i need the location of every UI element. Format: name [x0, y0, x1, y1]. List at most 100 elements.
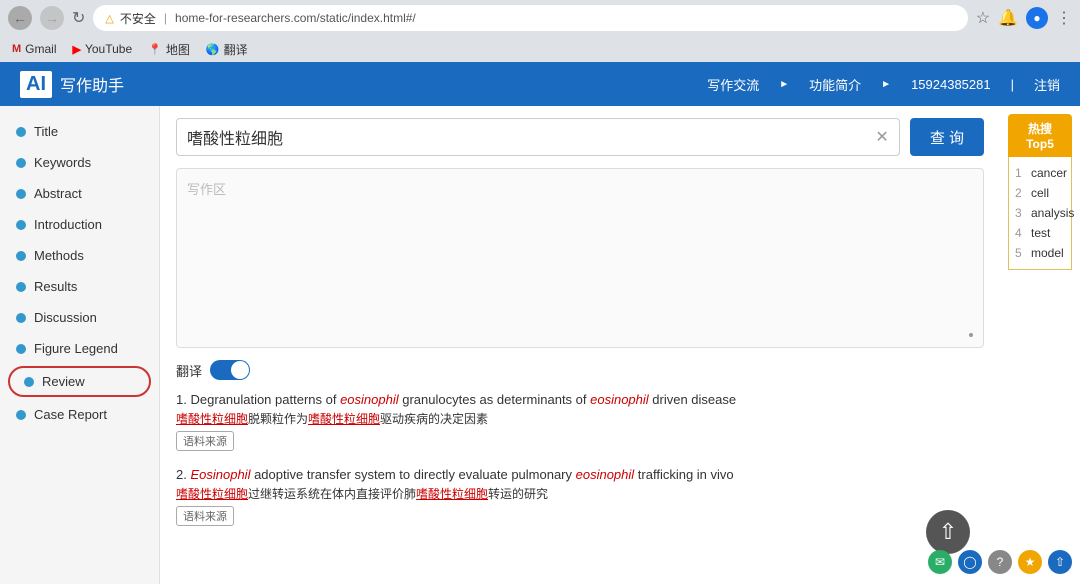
- translation-label: 翻译: [176, 361, 202, 380]
- writing-placeholder: 写作区: [187, 182, 226, 197]
- security-warning-text: 不安全: [120, 10, 156, 27]
- top5-rank-4: 4: [1015, 226, 1027, 240]
- sidebar-item-figure-legend[interactable]: Figure Legend: [0, 333, 159, 364]
- result-2-keyword1: Eosinophil: [190, 467, 250, 482]
- browser-bookmarks: M Gmail ▶ YouTube 📍 地图 🌎 翻译: [0, 36, 1080, 62]
- bookmark-translate[interactable]: 🌎 翻译: [206, 41, 248, 58]
- top5-item-1: 1 cancer: [1015, 163, 1065, 183]
- app-header: AI 写作助手 写作交流 ► 功能简介 ► 15924385281 | 注销: [0, 62, 1080, 106]
- profile-icon[interactable]: ●: [1026, 7, 1048, 29]
- address-bar[interactable]: △ 不安全 | home-for-researchers.com/static/…: [93, 5, 967, 31]
- top5-word-3[interactable]: analysis: [1031, 206, 1074, 220]
- nav-features[interactable]: 功能简介: [809, 75, 861, 94]
- result-item-2: 2. Eosinophil adoptive transfer system t…: [176, 467, 984, 526]
- sidebar-label-results: Results: [34, 279, 77, 294]
- sidebar-item-discussion[interactable]: Discussion: [0, 302, 159, 333]
- sidebar: Title Keywords Abstract Introduction Met…: [0, 106, 160, 584]
- scroll-up-button[interactable]: ⇧: [926, 510, 970, 554]
- sidebar-item-keywords[interactable]: Keywords: [0, 147, 159, 178]
- sidebar-dot-title: [16, 127, 26, 137]
- search-bar: 嗜酸性粒细胞 ✕ 查 询: [176, 118, 984, 156]
- nav-writing[interactable]: 写作交流: [707, 75, 759, 94]
- result-2-middle: adoptive transfer system to directly eva…: [250, 467, 575, 482]
- bookmark-youtube-label: YouTube: [85, 42, 132, 56]
- back-button[interactable]: ←: [8, 6, 32, 30]
- result-1-zh-suffix: 驱动疾病的决定因素: [380, 412, 488, 426]
- browser-chrome: ← → ↻ △ 不安全 | home-for-researchers.com/s…: [0, 0, 1080, 62]
- toggle-knob: [231, 361, 249, 379]
- search-clear-button[interactable]: ✕: [875, 127, 888, 147]
- bookmark-translate-label: 翻译: [224, 41, 248, 58]
- sidebar-dot-methods: [16, 251, 26, 261]
- result-1-number: 1.: [176, 392, 187, 407]
- header-logo: AI 写作助手: [20, 71, 124, 98]
- sidebar-dot-case-report: [16, 410, 26, 420]
- refresh-button[interactable]: ↻: [72, 8, 85, 28]
- top5-word-1[interactable]: cancer: [1031, 166, 1067, 180]
- sidebar-label-case-report: Case Report: [34, 407, 107, 422]
- star-icon[interactable]: ☆: [976, 8, 990, 28]
- nav-logout[interactable]: 注销: [1034, 75, 1060, 94]
- bookmark-gmail[interactable]: M Gmail: [12, 42, 57, 56]
- sidebar-label-figure-legend: Figure Legend: [34, 341, 118, 356]
- hot-top5-header: 热搜 Top5: [1008, 114, 1072, 157]
- sidebar-label-introduction: Introduction: [34, 217, 102, 232]
- top5-word-4[interactable]: test: [1031, 226, 1050, 240]
- nav-arrow-1: ►: [779, 79, 789, 90]
- sidebar-dot-discussion: [16, 313, 26, 323]
- result-1-zh-keyword2: 嗜酸性粒细胞: [308, 412, 380, 426]
- sidebar-item-title[interactable]: Title: [0, 116, 159, 147]
- result-2-keyword2: eosinophil: [576, 467, 635, 482]
- social-wechat-icon[interactable]: ✉: [928, 550, 952, 574]
- bookmark-maps[interactable]: 📍 地图: [148, 41, 190, 58]
- search-input-container[interactable]: 嗜酸性粒细胞 ✕: [176, 118, 900, 156]
- sidebar-item-abstract[interactable]: Abstract: [0, 178, 159, 209]
- writing-area[interactable]: 写作区: [176, 168, 984, 348]
- bookmark-youtube[interactable]: ▶ YouTube: [73, 42, 133, 56]
- result-1-zh-keyword1: 嗜酸性粒细胞: [176, 412, 248, 426]
- security-warning-icon: △: [105, 12, 113, 25]
- result-2-zh-keyword2: 嗜酸性粒细胞: [416, 487, 488, 501]
- sidebar-label-abstract: Abstract: [34, 186, 82, 201]
- result-2-suffix: trafficking in vivo: [634, 467, 733, 482]
- top5-item-2: 2 cell: [1015, 183, 1065, 203]
- sidebar-item-case-report[interactable]: Case Report: [0, 399, 159, 430]
- menu-icon[interactable]: ⋮: [1056, 8, 1072, 28]
- sidebar-item-introduction[interactable]: Introduction: [0, 209, 159, 240]
- result-1-keyword2: eosinophil: [590, 392, 649, 407]
- logo-text: 写作助手: [60, 72, 124, 96]
- header-phone: 15924385281: [911, 77, 991, 92]
- content-area: 嗜酸性粒细胞 ✕ 查 询 写作区 翻译 1. D: [160, 106, 1000, 584]
- sidebar-dot-introduction: [16, 220, 26, 230]
- sidebar-item-review[interactable]: Review: [8, 366, 151, 397]
- result-2-source-tag[interactable]: 语料来源: [176, 506, 234, 526]
- sidebar-label-title: Title: [34, 124, 58, 139]
- gmail-icon: M: [12, 43, 21, 55]
- sidebar-dot-review: [24, 377, 34, 387]
- result-1-title-en: 1. Degranulation patterns of eosinophil …: [176, 392, 984, 407]
- result-item-1: 1. Degranulation patterns of eosinophil …: [176, 392, 984, 451]
- sidebar-dot-abstract: [16, 189, 26, 199]
- result-2-title-zh: 嗜酸性粒细胞过继转运系统在体内直接评价肺嗜酸性粒细胞转运的研究: [176, 485, 984, 502]
- search-button[interactable]: 查 询: [910, 118, 984, 156]
- top5-word-5[interactable]: model: [1031, 246, 1064, 260]
- app-container: AI 写作助手 写作交流 ► 功能简介 ► 15924385281 | 注销 T…: [0, 62, 1080, 584]
- sidebar-item-results[interactable]: Results: [0, 271, 159, 302]
- translation-toggle[interactable]: [210, 360, 250, 380]
- top5-rank-5: 5: [1015, 246, 1027, 260]
- result-2-zh-middle: 过继转运系统在体内直接评价肺: [248, 487, 416, 501]
- result-1-source-tag[interactable]: 语料来源: [176, 431, 234, 451]
- sidebar-item-methods[interactable]: Methods: [0, 240, 159, 271]
- social-circle-icon[interactable]: ◯: [958, 550, 982, 574]
- social-question-icon[interactable]: ?: [988, 550, 1000, 574]
- top5-rank-3: 3: [1015, 206, 1027, 220]
- sidebar-label-discussion: Discussion: [34, 310, 97, 325]
- translate-icon: 🌎: [206, 43, 220, 56]
- bell-icon[interactable]: 🔔: [998, 8, 1018, 28]
- result-2-zh-suffix: 转运的研究: [488, 487, 548, 501]
- sidebar-label-keywords: Keywords: [34, 155, 91, 170]
- top5-word-2[interactable]: cell: [1031, 186, 1049, 200]
- forward-button[interactable]: →: [40, 6, 64, 30]
- sidebar-label-review: Review: [42, 374, 85, 389]
- result-1-title-zh: 嗜酸性粒细胞脱颗粒作为嗜酸性粒细胞驱动疾病的决定因素: [176, 410, 984, 427]
